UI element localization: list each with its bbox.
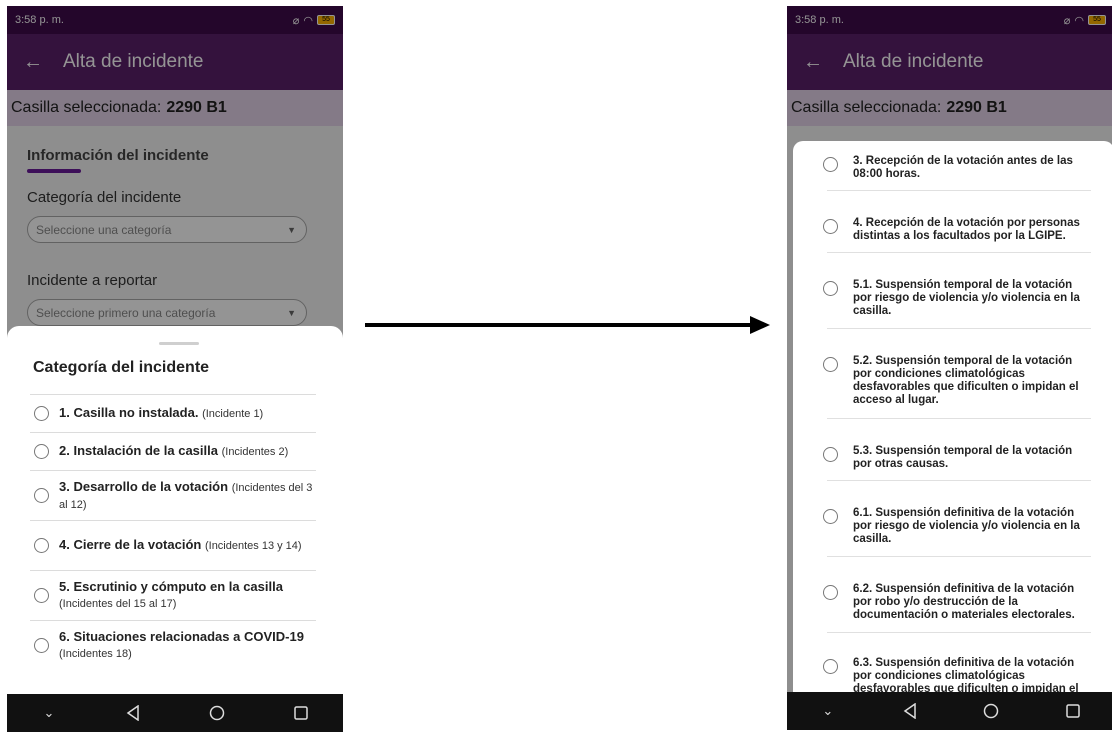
category-option-5[interactable]: 5. Escrutinio y cómputo en la casilla (In… — [30, 570, 316, 620]
radio-icon[interactable] — [34, 538, 49, 553]
option-note: (Incidentes 18) — [59, 648, 132, 660]
phone-screen-right: 3:58 p. m. ⌀ ◠ 55 ← Alta de incidente Ca… — [787, 6, 1112, 730]
category-option-2[interactable]: 2. Instalación de la casilla (Incidentes… — [30, 432, 316, 470]
incident-option-label: 6.1. Suspensión definitiva de la votació… — [853, 507, 1080, 545]
radio-icon[interactable] — [34, 638, 49, 653]
radio-icon[interactable] — [823, 447, 838, 462]
nav-back-icon[interactable] — [890, 703, 930, 719]
phone-screen-left: 3:58 p. m. ⌀ ◠ 55 ← Alta de incidente Ca… — [7, 6, 343, 732]
radio-icon[interactable] — [823, 509, 838, 524]
category-option-3[interactable]: 3. Desarrollo de la votación (Incidentes… — [30, 470, 316, 520]
incident-list-sheet: 3. Recepción de la votación antes de las… — [793, 141, 1112, 692]
incident-option-label: 6.3. Suspensión definitiva de la votació… — [853, 657, 1079, 692]
radio-icon[interactable] — [34, 588, 49, 603]
incident-option-label: 5.3. Suspensión temporal de la votación … — [853, 445, 1073, 470]
chevron-down-icon[interactable]: ⌄ — [29, 705, 69, 721]
incident-option[interactable]: 4. Recepción de la votación por personas… — [823, 217, 1091, 253]
option-note: (Incidentes 2) — [221, 446, 289, 458]
sheet-title: Categoría del incidente — [33, 359, 210, 376]
radio-icon[interactable] — [823, 219, 838, 234]
category-option-4[interactable]: 4. Cierre de la votación (Incidentes 13 … — [30, 520, 316, 570]
radio-icon[interactable] — [823, 281, 838, 296]
incident-option[interactable]: 5.3. Suspensión temporal de la votación … — [823, 445, 1091, 481]
nav-home-icon[interactable] — [197, 705, 237, 721]
option-label: 2. Instalación de la casilla — [59, 443, 218, 458]
option-label: 5. Escrutinio y cómputo en la casilla — [59, 579, 283, 594]
category-option-1[interactable]: 1. Casilla no instalada. (Incidente 1) — [30, 394, 316, 432]
option-note: (Incidentes del 15 al 17) — [59, 598, 177, 610]
incident-option[interactable]: 6.2. Suspensión definitiva de la votació… — [823, 583, 1091, 633]
option-label: 4. Cierre de la votación — [59, 537, 202, 552]
radio-icon[interactable] — [34, 488, 49, 503]
incident-option[interactable]: 6.3. Suspensión definitiva de la votació… — [823, 657, 1091, 692]
bottom-sheet: Categoría del incidente 1. Casilla no in… — [7, 326, 343, 694]
sheet-handle[interactable] — [159, 342, 199, 345]
chevron-down-icon[interactable]: ⌄ — [808, 703, 848, 719]
incident-option-label: 3. Recepción de la votación antes de las… — [853, 155, 1073, 180]
incident-option-label: 5.1. Suspensión temporal de la votación … — [853, 279, 1080, 317]
nav-home-icon[interactable] — [971, 703, 1011, 719]
option-label: 6. Situaciones relacionadas a COVID-19 — [59, 629, 304, 644]
option-label: 3. Desarrollo de la votación — [59, 478, 229, 494]
radio-icon[interactable] — [823, 157, 838, 172]
option-note: (Incidente 1) — [202, 408, 264, 420]
incident-option[interactable]: 3. Recepción de la votación antes de las… — [823, 155, 1091, 191]
system-nav-bar: ⌄ — [7, 694, 343, 732]
radio-icon[interactable] — [823, 659, 838, 674]
nav-back-icon[interactable] — [113, 705, 153, 721]
radio-icon[interactable] — [34, 406, 49, 421]
nav-recents-icon[interactable] — [1053, 704, 1093, 718]
incident-option[interactable]: 5.2. Suspensión temporal de la votación … — [823, 355, 1091, 419]
radio-icon[interactable] — [823, 357, 838, 372]
incident-option[interactable]: 6.1. Suspensión definitiva de la votació… — [823, 507, 1091, 557]
transition-arrow-icon — [365, 316, 770, 334]
option-label: 1. Casilla no instalada. — [59, 405, 199, 420]
option-note: (Incidentes 13 y 14) — [204, 540, 302, 552]
radio-icon[interactable] — [823, 585, 838, 600]
radio-icon[interactable] — [34, 444, 49, 459]
incident-option-label: 5.2. Suspensión temporal de la votación … — [853, 355, 1079, 406]
incident-option-label: 6.2. Suspensión definitiva de la votació… — [853, 583, 1075, 621]
nav-recents-icon[interactable] — [281, 706, 321, 720]
incident-option-label: 4. Recepción de la votación por personas… — [853, 217, 1080, 242]
system-nav-bar: ⌄ — [787, 692, 1112, 730]
category-option-6[interactable]: 6. Situaciones relacionadas a COVID-19 (… — [30, 620, 316, 670]
incident-option[interactable]: 5.1. Suspensión temporal de la votación … — [823, 279, 1091, 329]
